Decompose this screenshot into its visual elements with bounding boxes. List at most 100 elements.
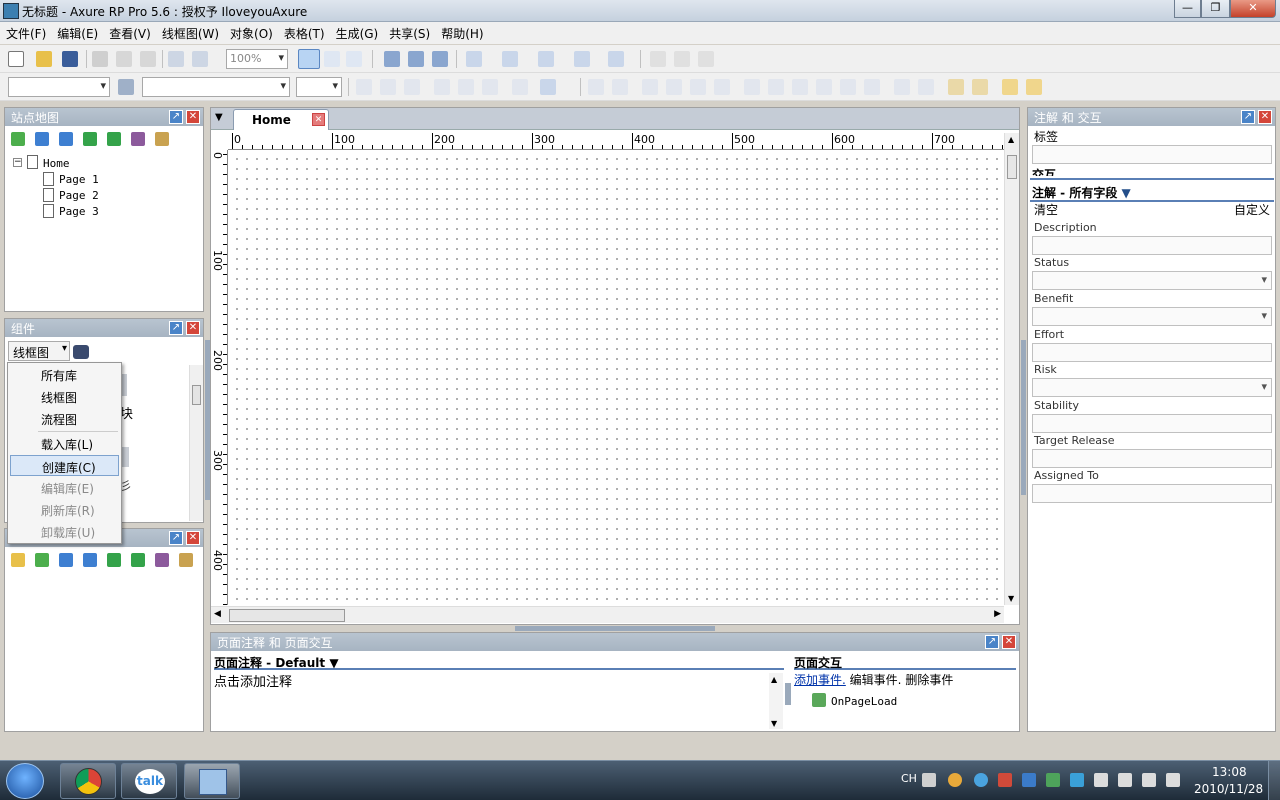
status-select[interactable] xyxy=(1032,271,1272,290)
font-size-select[interactable] xyxy=(296,77,342,97)
edit-event-link[interactable]: 编辑事件. xyxy=(850,673,902,687)
group-icon[interactable] xyxy=(588,79,604,95)
indent-icon[interactable] xyxy=(83,132,97,146)
bullets-icon[interactable] xyxy=(512,79,528,95)
cut-icon[interactable] xyxy=(92,51,108,67)
arrow-style-icon[interactable] xyxy=(608,51,624,67)
delete-master-icon[interactable] xyxy=(155,553,169,567)
align-left-icon[interactable] xyxy=(434,79,450,95)
unlock-icon[interactable] xyxy=(1026,79,1042,95)
export-icon[interactable] xyxy=(972,79,988,95)
maximize-button[interactable]: ❐ xyxy=(1201,0,1230,18)
scroll-up-icon[interactable]: ▲ xyxy=(771,675,777,684)
risk-select[interactable] xyxy=(1032,378,1272,397)
move-up-icon[interactable] xyxy=(35,132,49,146)
float-icon[interactable]: ↗ xyxy=(169,531,183,545)
table-icon[interactable] xyxy=(650,51,666,67)
right-splitter[interactable] xyxy=(1021,340,1026,495)
label-input[interactable] xyxy=(1032,145,1272,164)
menu-edit[interactable]: 编辑(E) xyxy=(51,22,103,42)
add-folder-icon[interactable] xyxy=(11,553,25,567)
ungroup-icon[interactable] xyxy=(612,79,628,95)
widgets-scrollbar[interactable] xyxy=(189,365,203,521)
close-tab-icon[interactable]: ✕ xyxy=(312,113,325,126)
close-icon[interactable]: ✕ xyxy=(186,321,200,335)
align-bottom-icon[interactable] xyxy=(864,79,880,95)
align-center-icon[interactable] xyxy=(458,79,474,95)
zoom-select[interactable]: 100% xyxy=(226,49,288,69)
notes-field-selector[interactable]: 页面注释 - Default ▼ xyxy=(214,654,784,670)
save-icon[interactable] xyxy=(62,51,78,67)
line-style-icon[interactable] xyxy=(574,51,590,67)
move-down-icon[interactable] xyxy=(83,553,97,567)
menu-object[interactable]: 对象(O) xyxy=(224,22,278,42)
paste-icon[interactable] xyxy=(140,51,156,67)
send-backward-icon[interactable] xyxy=(714,79,730,95)
distribute-v-icon[interactable] xyxy=(918,79,934,95)
menu-table[interactable]: 表格(T) xyxy=(278,22,330,42)
tab-home[interactable]: Home ✕ xyxy=(233,109,329,130)
start-button[interactable] xyxy=(6,763,44,799)
page-properties-icon[interactable] xyxy=(155,132,169,146)
clear-link[interactable]: 清空 xyxy=(1034,201,1058,218)
line-color-icon[interactable] xyxy=(502,51,518,67)
canvas-hscrollbar[interactable]: ◀ ▶ xyxy=(211,606,1004,623)
menu-view[interactable]: 查看(V) xyxy=(103,22,156,42)
move-down-icon[interactable] xyxy=(59,132,73,146)
menu-help[interactable]: 帮助(H) xyxy=(435,22,488,42)
show-desktop-button[interactable] xyxy=(1268,761,1280,800)
description-input[interactable] xyxy=(1032,236,1272,255)
close-icon[interactable]: ✕ xyxy=(186,110,200,124)
tab-list-icon[interactable]: ▼ xyxy=(215,112,223,123)
new-file-icon[interactable] xyxy=(8,51,24,67)
scroll-up-icon[interactable]: ▲ xyxy=(1008,135,1014,144)
bold-icon[interactable] xyxy=(356,79,372,95)
redo-icon[interactable] xyxy=(192,51,208,67)
interactions-tab[interactable]: 交互 xyxy=(1032,166,1056,176)
undo-icon[interactable] xyxy=(168,51,184,67)
bluetooth-icon[interactable] xyxy=(1070,773,1084,787)
clock-date[interactable]: 2010/11/28 xyxy=(1194,782,1263,796)
taskbar-axure[interactable] xyxy=(184,763,240,799)
add-page-icon[interactable] xyxy=(11,132,25,146)
add-master-icon[interactable] xyxy=(35,553,49,567)
lock-icon[interactable] xyxy=(1002,79,1018,95)
event-onpageload[interactable]: OnPageLoad xyxy=(831,695,897,708)
table-row-icon[interactable] xyxy=(674,51,690,67)
annotation-fields-selector[interactable]: 注解 - 所有字段 ▼ xyxy=(1030,178,1274,202)
notes-scrollbar[interactable]: ▲ ▼ xyxy=(769,673,783,729)
font-family-select[interactable] xyxy=(142,77,290,97)
float-icon[interactable]: ↗ xyxy=(1241,110,1255,124)
notes-splitter[interactable] xyxy=(785,683,791,705)
sitemap-item-home[interactable]: Home xyxy=(43,157,70,170)
menu-item-all-libraries[interactable]: 所有库 xyxy=(10,364,119,385)
tray-app-icon[interactable] xyxy=(948,773,962,787)
assigned-to-input[interactable] xyxy=(1032,484,1272,503)
line-width-icon[interactable] xyxy=(538,51,554,67)
effort-input[interactable] xyxy=(1032,343,1272,362)
scroll-thumb[interactable] xyxy=(192,385,201,405)
align-middle-icon[interactable] xyxy=(768,79,784,95)
underline-icon[interactable] xyxy=(404,79,420,95)
power-icon[interactable] xyxy=(1118,773,1132,787)
menu-file[interactable]: 文件(F) xyxy=(0,22,51,42)
italic-icon[interactable] xyxy=(380,79,396,95)
benefit-select[interactable] xyxy=(1032,307,1272,326)
scroll-right-icon[interactable]: ▶ xyxy=(994,609,1001,619)
publish-icon[interactable] xyxy=(432,51,448,67)
float-icon[interactable]: ↗ xyxy=(985,635,999,649)
generate-spec-icon[interactable] xyxy=(408,51,424,67)
taskbar-talk[interactable]: talk xyxy=(121,763,177,799)
keyboard-icon[interactable] xyxy=(922,773,936,787)
search-icon[interactable] xyxy=(73,345,89,359)
sitemap-item-page1[interactable]: Page 1 xyxy=(59,173,99,186)
table-col-icon[interactable] xyxy=(698,51,714,67)
bring-forward-icon[interactable] xyxy=(690,79,706,95)
align-right-icon[interactable] xyxy=(482,79,498,95)
library-select[interactable]: 线框图 ▾ xyxy=(8,341,70,361)
scroll-thumb[interactable] xyxy=(229,609,345,622)
minimize-button[interactable]: — xyxy=(1174,0,1201,18)
float-icon[interactable]: ↗ xyxy=(169,110,183,124)
copy-icon[interactable] xyxy=(116,51,132,67)
connector-pointer-icon[interactable] xyxy=(324,51,340,67)
